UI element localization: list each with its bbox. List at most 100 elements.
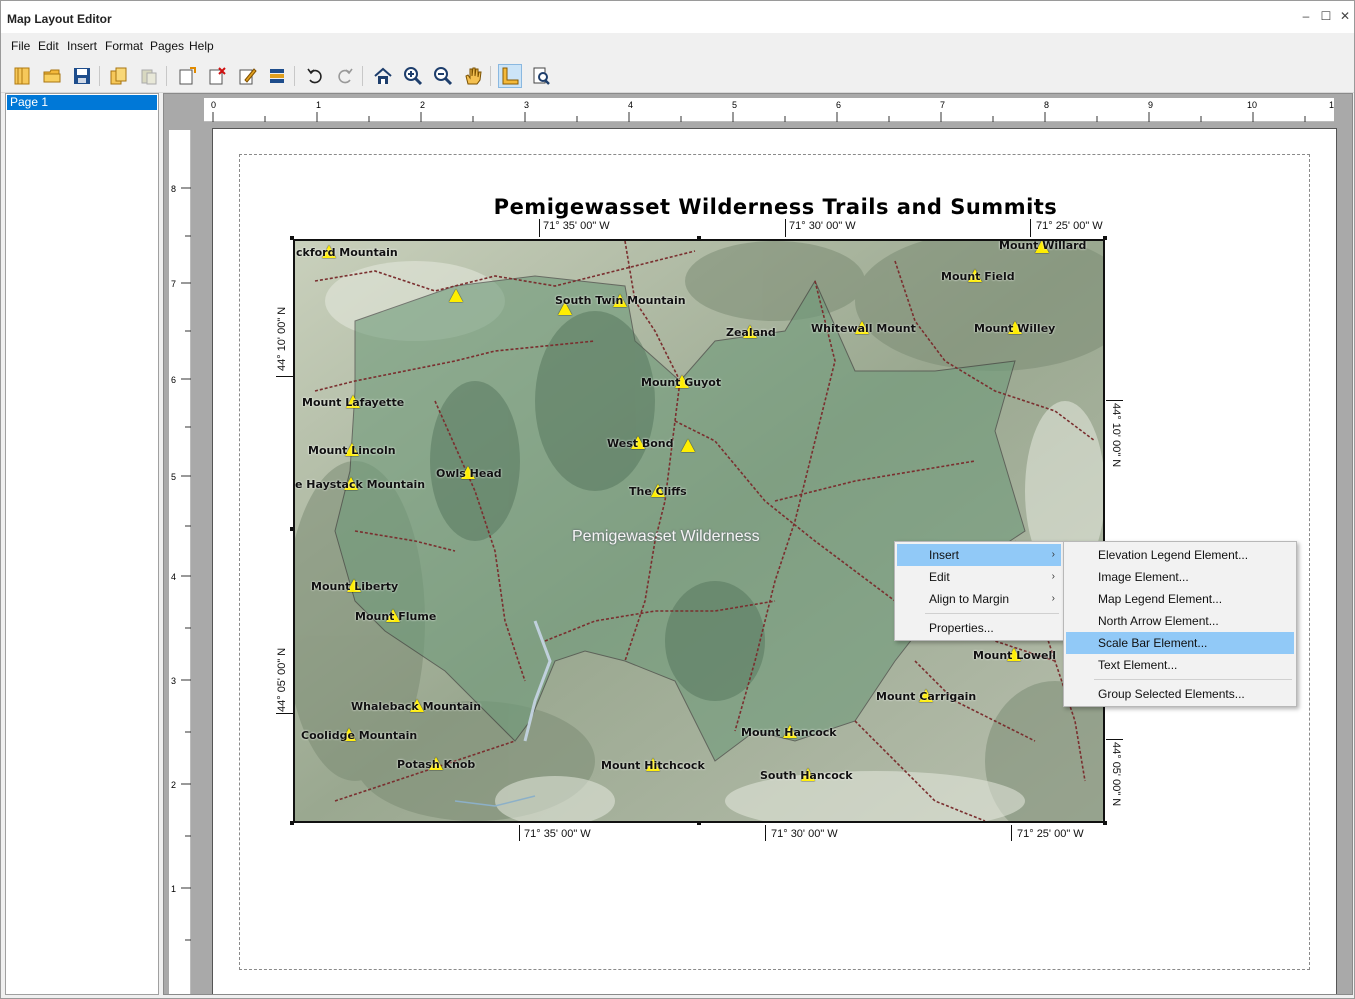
pan-hand-icon[interactable] [461, 64, 485, 88]
map-element[interactable]: Pemigewasset Wilderness ckford Mountain … [293, 239, 1105, 823]
context-menu: Insert › Edit › Align to Margin › Proper… [894, 541, 1064, 641]
zoom-out-icon[interactable] [431, 64, 455, 88]
open-folder-icon[interactable] [40, 64, 64, 88]
peak-label: Mount Lowell [973, 649, 1056, 662]
new-layout-icon[interactable] [10, 64, 34, 88]
insert-submenu: Elevation Legend Element... Image Elemen… [1063, 541, 1297, 707]
save-icon[interactable] [70, 64, 94, 88]
menu-edit[interactable]: Edit [38, 39, 59, 53]
top-coordinate-label: 71° 30' 00" W [789, 220, 856, 232]
menu-file[interactable]: File [11, 39, 30, 53]
peak-label: ckford Mountain [296, 246, 398, 259]
submenu-text-element[interactable]: Text Element... [1066, 654, 1294, 676]
map-title-element[interactable]: Pemigewasset Wilderness Trails and Summi… [240, 195, 1311, 219]
submenu-image-element[interactable]: Image Element... [1066, 566, 1294, 588]
selection-handle[interactable] [697, 236, 701, 240]
peak-label: Zealand [726, 326, 776, 339]
ruler-label: 2 [171, 780, 177, 790]
context-menu-align-to-margin[interactable]: Align to Margin › [897, 588, 1061, 610]
peak-label: Whitewall Mount [811, 322, 916, 335]
context-menu-properties[interactable]: Properties... [897, 617, 1061, 639]
copy-page-icon[interactable] [107, 64, 131, 88]
selection-handle[interactable] [290, 821, 294, 825]
peak-label: South Hancock [760, 769, 853, 782]
ruler-label: 0 [211, 100, 217, 110]
peak-label: Owls Head [436, 467, 502, 480]
peak-label: South Twin Mountain [555, 294, 686, 307]
selection-handle[interactable] [697, 821, 701, 825]
ruler-icon[interactable] [498, 64, 522, 88]
add-element-icon[interactable] [175, 64, 199, 88]
peak-label: Mount Hancock [741, 726, 837, 739]
minimize-icon[interactable]: – [1299, 9, 1313, 23]
edit-element-icon[interactable] [235, 64, 259, 88]
context-menu-align-label: Align to Margin [929, 592, 1010, 606]
submenu-north-arrow-element[interactable]: North Arrow Element... [1066, 610, 1294, 632]
peak-label: Potash Knob [397, 758, 476, 771]
home-icon[interactable] [371, 64, 395, 88]
ruler-label: 5 [732, 100, 738, 110]
ruler-label: 7 [940, 100, 946, 110]
chevron-right-icon: › [1051, 593, 1055, 604]
context-menu-insert[interactable]: Insert › [897, 544, 1061, 566]
right-coordinate-label: 44° 10' 00" N [1110, 403, 1122, 468]
selection-handle[interactable] [1103, 236, 1107, 240]
delete-element-icon[interactable] [205, 64, 229, 88]
menu-help[interactable]: Help [189, 39, 214, 53]
page-list-item[interactable]: Page 1 [7, 95, 157, 110]
wilderness-area-label: Pemigewasset Wilderness [572, 528, 760, 545]
submenu-scale-bar-element[interactable]: Scale Bar Element... [1066, 632, 1294, 654]
ruler-label: 1 [1329, 100, 1335, 110]
selection-handle[interactable] [290, 527, 294, 531]
submenu-group-selected-elements[interactable]: Group Selected Elements... [1066, 683, 1294, 705]
menu-format[interactable]: Format [105, 39, 143, 53]
left-coordinate-label: 44° 05' 00" N [276, 647, 288, 712]
summit-marker-icon [449, 289, 463, 302]
peak-label: Mount Lafayette [302, 396, 405, 409]
menu-pages[interactable]: Pages [150, 39, 184, 53]
page-zoom-icon[interactable] [529, 64, 553, 88]
peak-label: Mount Willard [999, 239, 1087, 252]
peak-label: Whaleback Mountain [351, 700, 482, 713]
window-title: Map Layout Editor [7, 12, 112, 26]
menu-bar: File Edit Insert Format Pages Help [1, 33, 1354, 57]
peak-label: Mount Hitchcock [601, 759, 705, 772]
selection-handle[interactable] [1103, 821, 1107, 825]
vertical-ruler-ticks [181, 187, 191, 941]
ruler-label: 1 [316, 100, 322, 110]
ruler-label: 3 [524, 100, 530, 110]
zoom-in-icon[interactable] [401, 64, 425, 88]
map-layout-editor-window: Map Layout Editor – ☐ ✕ File Edit Insert… [0, 0, 1355, 999]
maximize-icon[interactable]: ☐ [1319, 9, 1333, 23]
peak-label: Mount Lincoln [308, 444, 396, 457]
horizontal-ruler: 0 1 2 3 4 5 6 7 8 9 10 1 [204, 98, 1334, 122]
peak-label: Mount Field [941, 270, 1015, 283]
submenu-map-legend-element[interactable]: Map Legend Element... [1066, 588, 1294, 610]
peak-label: West Bond [607, 437, 674, 450]
peak-label: Mount Flume [355, 610, 437, 623]
title-bar: Map Layout Editor – ☐ ✕ [1, 1, 1354, 33]
menu-insert[interactable]: Insert [67, 39, 97, 53]
context-menu-insert-label: Insert [929, 548, 960, 562]
ruler-label: 1 [171, 884, 177, 894]
close-icon[interactable]: ✕ [1338, 9, 1352, 23]
peak-label: Mount Willey [974, 322, 1056, 335]
right-coordinate-label: 44° 05' 00" N [1110, 742, 1122, 807]
toolbar [1, 57, 1354, 93]
vertical-ruler: 8 7 6 5 4 3 2 1 [169, 130, 191, 994]
horizontal-ruler-ticks [212, 112, 1306, 122]
context-menu-edit[interactable]: Edit › [897, 566, 1061, 588]
peak-label: Coolidge Mountain [301, 729, 418, 742]
ruler-label: 9 [1148, 100, 1154, 110]
top-coordinate-label: 71° 25' 00" W [1036, 220, 1103, 232]
peak-label: The Cliffs [629, 485, 687, 498]
layers-icon[interactable] [265, 64, 289, 88]
ruler-label: 4 [628, 100, 634, 110]
undo-icon[interactable] [303, 64, 327, 88]
page-list-panel: Page 1 [5, 93, 159, 995]
ruler-label: 7 [171, 279, 177, 289]
selection-handle[interactable] [290, 236, 294, 240]
bottom-coordinate-label: 71° 30' 00" W [771, 828, 838, 840]
submenu-elevation-legend-element[interactable]: Elevation Legend Element... [1066, 544, 1294, 566]
paste-page-icon [137, 64, 161, 88]
